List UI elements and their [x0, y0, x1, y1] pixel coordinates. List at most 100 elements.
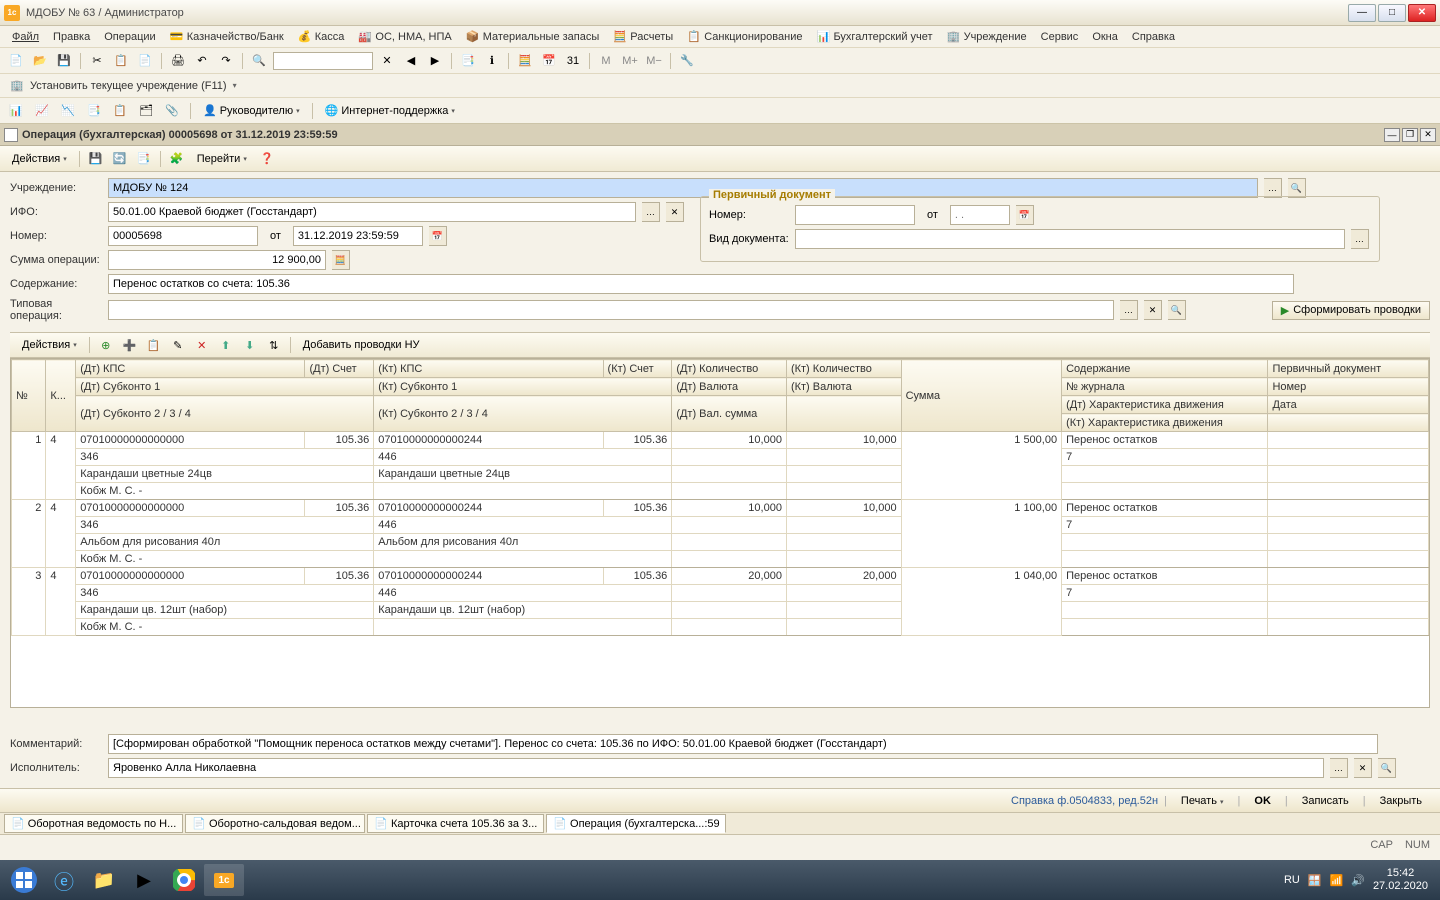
info-button[interactable]: ℹ	[482, 51, 502, 71]
maximize-button[interactable]: □	[1378, 4, 1406, 22]
pd-date-input[interactable]	[950, 205, 1010, 225]
tray-clock[interactable]: 15:42 27.02.2020	[1373, 867, 1428, 893]
org-input[interactable]	[108, 178, 1258, 198]
calendar-button[interactable]: 📅	[539, 51, 559, 71]
insert-row-button[interactable]: ➕	[120, 335, 140, 355]
goto-menu[interactable]: Перейти▾	[191, 151, 253, 167]
exec-select-button[interactable]: …	[1330, 758, 1348, 778]
menu-accounting[interactable]: 📊Бухгалтерский учет	[810, 28, 938, 46]
support-link[interactable]: 🌐 Интернет-поддержка ▾	[321, 102, 459, 119]
menu-service[interactable]: Сервис	[1035, 29, 1085, 45]
col-sum[interactable]: Сумма	[901, 360, 1062, 432]
org-search-button[interactable]: 🔍	[1288, 178, 1306, 198]
add-nu-entries-button[interactable]: Добавить проводки НУ	[297, 337, 426, 353]
col-dt-kps[interactable]: (Дт) КПС	[76, 360, 305, 378]
start-button[interactable]	[4, 864, 44, 896]
chrome-icon[interactable]	[164, 864, 204, 896]
comment-input[interactable]	[108, 734, 1378, 754]
typeop-select-button[interactable]: …	[1120, 300, 1138, 320]
org-select-button[interactable]: …	[1264, 178, 1282, 198]
menu-sanction[interactable]: 📋Санкционирование	[681, 28, 808, 46]
menu-org[interactable]: 🏢Учреждение	[941, 28, 1033, 46]
menu-edit[interactable]: Правка	[47, 29, 96, 45]
exec-clear-button[interactable]: ✕	[1354, 758, 1372, 778]
tray-network-icon[interactable]: 📶	[1330, 874, 1344, 887]
col-pd-num[interactable]: Номер	[1268, 378, 1429, 396]
1c-taskbar-icon[interactable]: 1c	[204, 864, 244, 896]
move-up-button[interactable]: ⬆	[216, 335, 236, 355]
paste-button[interactable]: 📄	[135, 51, 155, 71]
doc-close-button[interactable]: ✕	[1420, 128, 1436, 142]
open-button[interactable]: 📂	[30, 51, 50, 71]
tb2-icon-4[interactable]: 📑	[84, 101, 104, 121]
search-combo[interactable]	[273, 52, 373, 70]
ie-icon[interactable]: ⓔ	[44, 864, 84, 896]
date-button[interactable]: 31	[563, 51, 583, 71]
copy-button[interactable]: 📋	[111, 51, 131, 71]
m-plus-button[interactable]: M+	[620, 51, 640, 71]
sum-calc-button[interactable]: 🧮	[332, 250, 350, 270]
col-kt-acc[interactable]: (Кт) Счет	[603, 360, 672, 378]
delete-row-button[interactable]: ✕	[192, 335, 212, 355]
date-input[interactable]	[293, 226, 423, 246]
col-kt-qty[interactable]: (Кт) Количество	[786, 360, 901, 378]
doc-restore-button[interactable]: ❐	[1402, 128, 1418, 142]
content-input[interactable]	[108, 274, 1294, 294]
col-n[interactable]: №	[12, 360, 46, 432]
menu-materials[interactable]: 📦Материальные запасы	[460, 28, 606, 46]
menu-cash[interactable]: 💰Касса	[292, 28, 351, 46]
tb2-icon-2[interactable]: 📈	[32, 101, 52, 121]
col-dt-qty[interactable]: (Дт) Количество	[672, 360, 787, 378]
menu-assets[interactable]: 🏭ОС, НМА, НПА	[352, 28, 457, 46]
copy-new-button[interactable]: 📑	[134, 149, 154, 169]
col-kt-sub1[interactable]: (Кт) Субконто 1	[374, 378, 672, 396]
exec-input[interactable]	[108, 758, 1324, 778]
generate-entries-button[interactable]: ▶Сформировать проводки	[1272, 301, 1430, 320]
tab-card[interactable]: 📄Карточка счета 105.36 за 3...	[367, 814, 544, 833]
entries-grid[interactable]: № К... (Дт) КПС (Дт) Счет (Кт) КПС (Кт) …	[10, 358, 1430, 708]
ok-button[interactable]: OK	[1246, 793, 1279, 809]
menu-operations[interactable]: Операции	[98, 29, 161, 45]
col-content[interactable]: Содержание	[1062, 360, 1268, 378]
tools-button[interactable]: 🔧	[677, 51, 697, 71]
cut-button[interactable]: ✂	[87, 51, 107, 71]
date-picker-button[interactable]: 📅	[429, 226, 447, 246]
minimize-button[interactable]: —	[1348, 4, 1376, 22]
forward-button[interactable]: ▶	[425, 51, 445, 71]
m-minus-button[interactable]: M−	[644, 51, 664, 71]
col-journal[interactable]: № журнала	[1062, 378, 1268, 396]
exec-search-button[interactable]: 🔍	[1378, 758, 1396, 778]
ifo-select-button[interactable]: …	[642, 202, 660, 222]
col-dt-valsum[interactable]: (Дт) Вал. сумма	[672, 396, 787, 432]
typeop-search-button[interactable]: 🔍	[1168, 300, 1186, 320]
swap-button[interactable]: 🔄	[110, 149, 130, 169]
tb2-icon-1[interactable]: 📊	[6, 101, 26, 121]
ifo-input[interactable]	[108, 202, 636, 222]
sum-input[interactable]	[108, 250, 326, 270]
tb2-icon-3[interactable]: 📉	[58, 101, 78, 121]
col-dt-cur[interactable]: (Дт) Валюта	[672, 378, 787, 396]
col-dt-acc[interactable]: (Дт) Счет	[305, 360, 374, 378]
copy-doc-button[interactable]: 📑	[458, 51, 478, 71]
col-dt-sub1[interactable]: (Дт) Субконто 1	[76, 378, 374, 396]
ref-link[interactable]: Справка ф.0504833, ред.52н	[1011, 795, 1158, 807]
pd-date-picker-button[interactable]: 📅	[1016, 205, 1034, 225]
pd-num-input[interactable]	[795, 205, 915, 225]
menu-windows[interactable]: Окна	[1086, 29, 1124, 45]
m-button[interactable]: M	[596, 51, 616, 71]
save-button[interactable]: 💾	[54, 51, 74, 71]
col-dt-sub234[interactable]: (Дт) Субконто 2 / 3 / 4	[76, 396, 374, 432]
close-form-button[interactable]: Закрыть	[1372, 793, 1430, 809]
struct-button[interactable]: 🧩	[167, 149, 187, 169]
media-icon[interactable]: ▶	[124, 864, 164, 896]
col-kt-char[interactable]: (Кт) Характеристика движения	[1062, 414, 1268, 432]
calc-tool-button[interactable]: 🧮	[515, 51, 535, 71]
col-primdoc[interactable]: Первичный документ	[1268, 360, 1429, 378]
menu-calc[interactable]: 🧮Расчеты	[607, 28, 679, 46]
typeop-clear-button[interactable]: ✕	[1144, 300, 1162, 320]
tray-lang[interactable]: RU	[1284, 874, 1300, 886]
explorer-icon[interactable]: 📁	[84, 864, 124, 896]
menu-treasury[interactable]: 💳Казначейство/Банк	[164, 28, 290, 46]
edit-row-button[interactable]: ✎	[168, 335, 188, 355]
menu-file[interactable]: Файл	[6, 29, 45, 45]
